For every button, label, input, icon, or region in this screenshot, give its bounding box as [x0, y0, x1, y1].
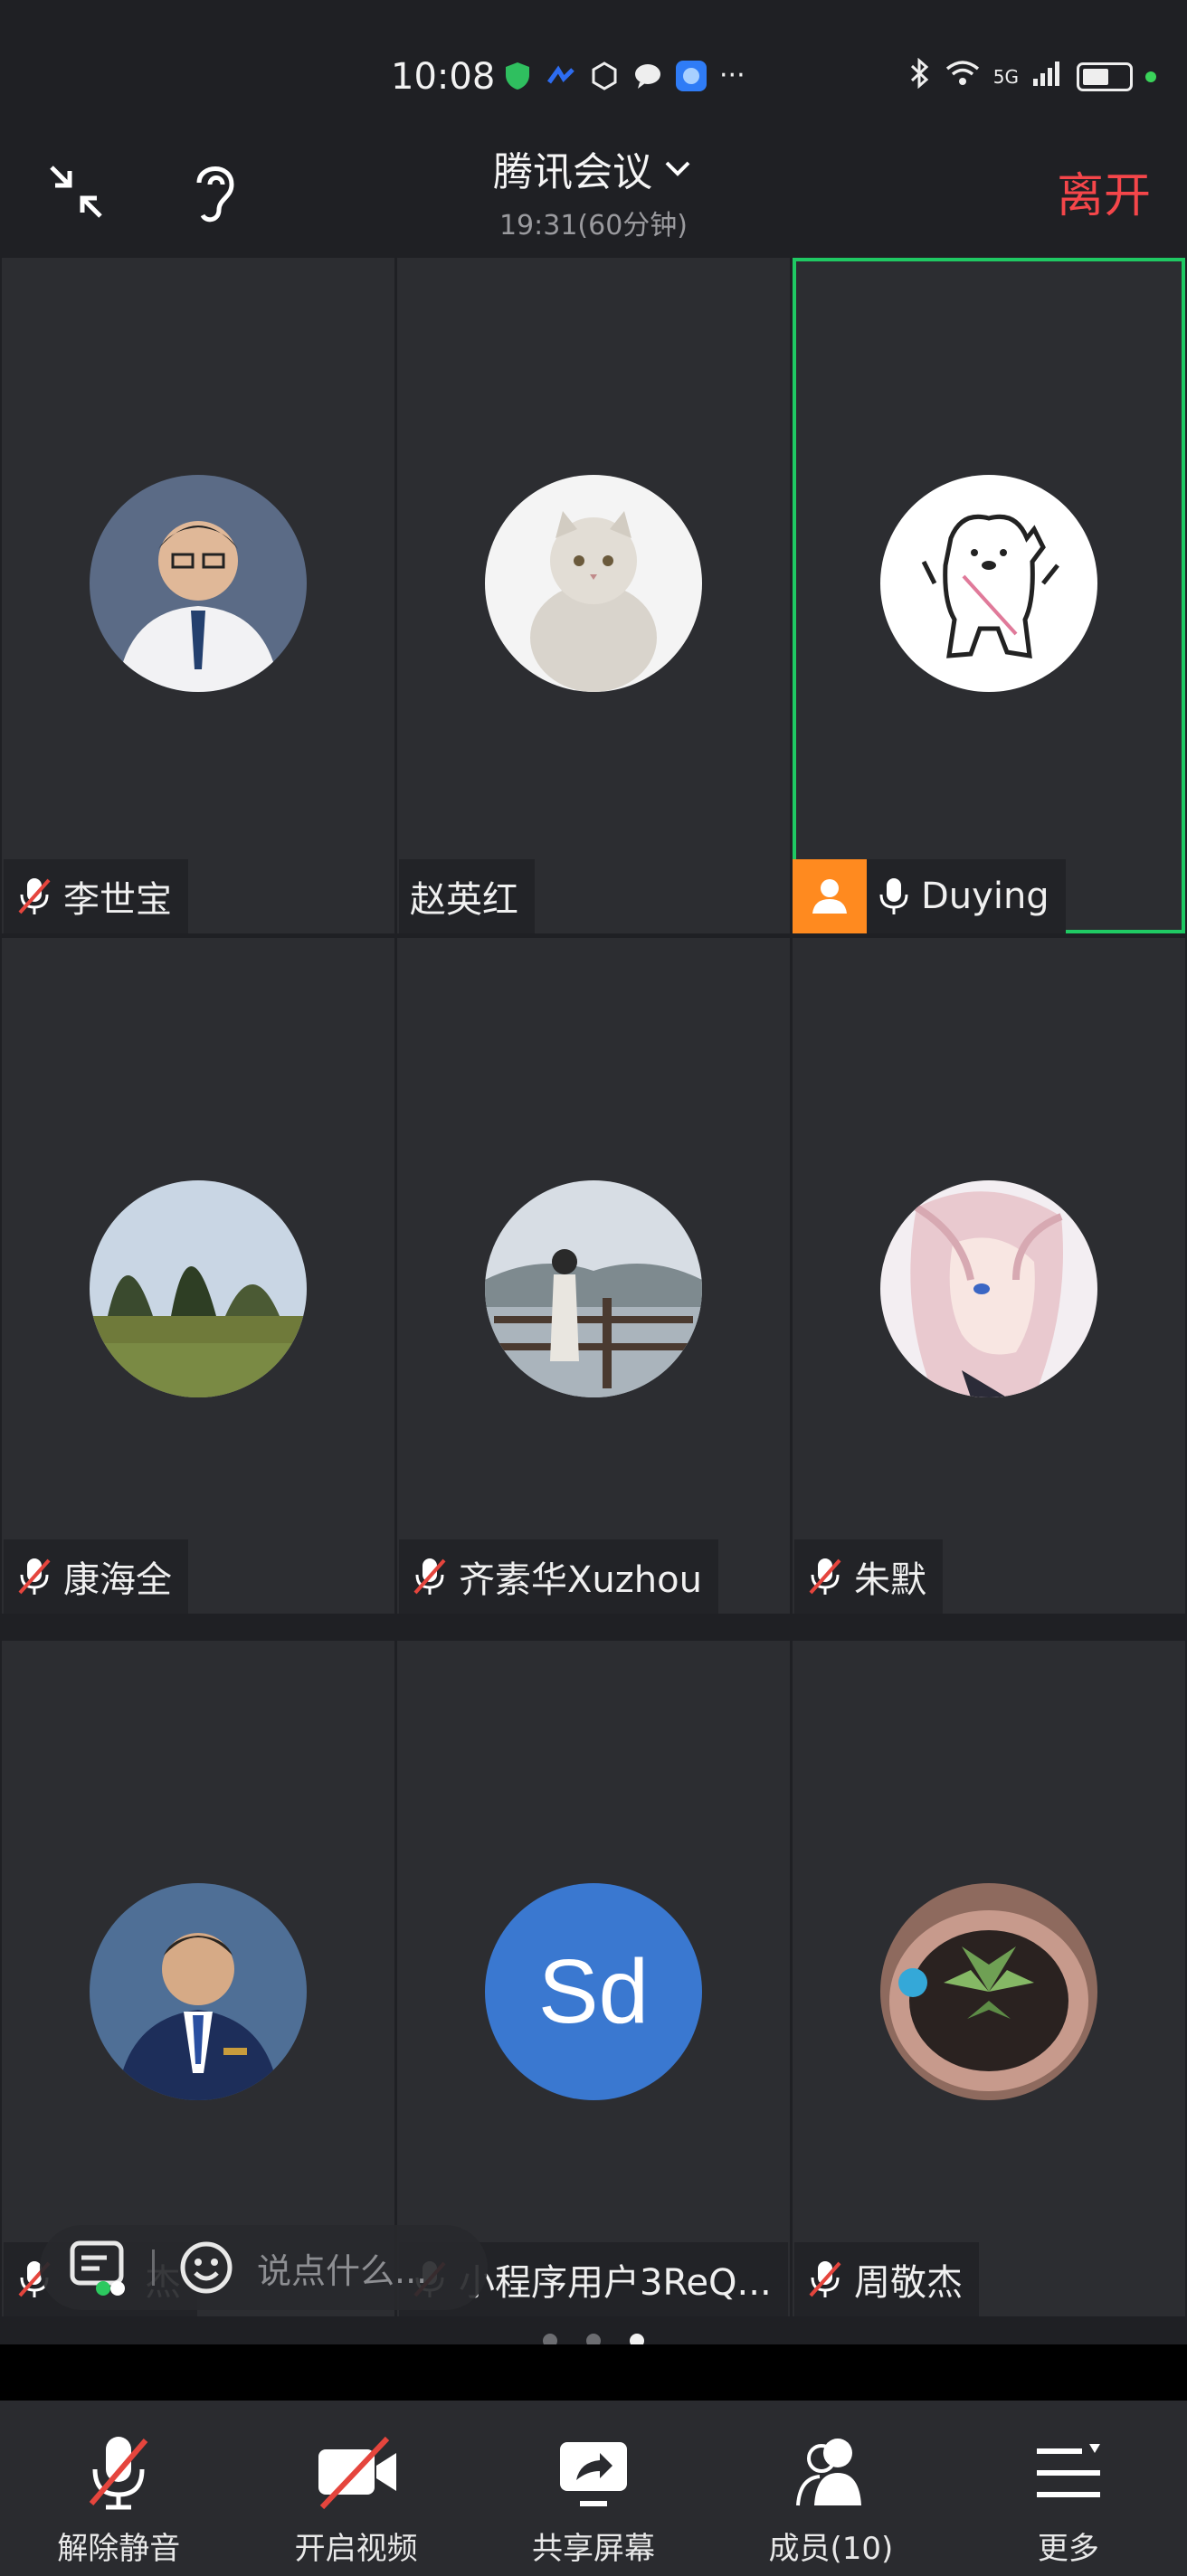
avatar: [880, 1180, 1097, 1397]
person-icon: [812, 879, 847, 914]
avatar: [90, 1883, 307, 2100]
more-icon: ···: [719, 60, 745, 91]
chat-placeholder: 说点什么...: [257, 2250, 428, 2291]
participant-tile[interactable]: 周敬杰: [793, 1641, 1185, 2316]
mic-muted-icon: [809, 2261, 841, 2297]
avatar: [90, 475, 307, 692]
more-button[interactable]: 更多: [950, 2401, 1187, 2576]
initials-avatar: Sd: [485, 1883, 702, 2100]
avatar-initials: Sd: [537, 1940, 650, 2042]
meeting-duration: 19:31(60分钟): [499, 210, 688, 242]
captions-icon[interactable]: [67, 2236, 130, 2299]
more-label: 更多: [1037, 2531, 1099, 2567]
nameplate: 朱默: [794, 1539, 943, 1614]
nameplate: 齐素华Xuzhou: [399, 1539, 718, 1614]
mic-muted-icon: [809, 1558, 841, 1595]
share-screen-label: 共享屏幕: [532, 2531, 656, 2567]
mic-icon: [879, 878, 908, 914]
status-bar: 10:08 ··· 5G: [0, 0, 1187, 136]
members-button[interactable]: 成员(10): [712, 2401, 949, 2576]
participant-tile[interactable]: Sd 小程序用户3ReQ...: [397, 1641, 790, 2316]
start-video-label: 开启视频: [294, 2531, 418, 2567]
avatar: [880, 1883, 1097, 2100]
clock: 10:08: [391, 56, 496, 98]
meeting-header: 腾讯会议 19:31(60分钟) 离开: [0, 136, 1187, 258]
app-icon: [676, 60, 707, 91]
mic-muted-icon: [413, 1558, 446, 1595]
participant-tile[interactable]: 杰: [2, 1641, 394, 2316]
wifi-icon: [945, 59, 981, 95]
network-label: 5G: [992, 66, 1019, 88]
shield-icon: [502, 61, 533, 91]
participant-name: 齐素华Xuzhou: [459, 1559, 702, 1601]
participant-name: 小程序用户3ReQ...: [459, 2262, 772, 2304]
video-off-icon: [311, 2431, 402, 2513]
participant-tile[interactable]: 朱默: [793, 938, 1185, 1614]
share-screen-button[interactable]: 共享屏幕: [475, 2401, 712, 2576]
meeting-title-text: 腾讯会议: [493, 149, 652, 195]
participant-tile[interactable]: 康海全: [2, 938, 394, 1614]
participant-name: Duying: [921, 876, 1049, 917]
share-screen-icon: [548, 2431, 639, 2513]
host-badge: [793, 859, 867, 933]
participant-name: 李世宝: [63, 879, 172, 921]
chat-bubble-icon: [632, 61, 663, 91]
unmute-label: 解除静音: [57, 2531, 181, 2567]
spacer-strip: [0, 2344, 1187, 2401]
system-status: 5G: [908, 57, 1156, 96]
avatar: [90, 1180, 307, 1397]
participant-grid: 李世宝 赵英红 Duying 康海全 齐素华Xuzhou 朱默 Sd 小程序用户…: [0, 258, 1187, 2338]
nameplate: 周敬杰: [794, 2242, 979, 2316]
nameplate: 康海全: [4, 1539, 188, 1614]
chat-input-pill[interactable]: 说点什么...: [40, 2225, 488, 2310]
mic-muted-icon: [73, 2431, 164, 2513]
participant-tile[interactable]: 赵英红: [397, 258, 790, 933]
divider: [152, 2249, 155, 2286]
nameplate: 李世宝: [4, 859, 188, 933]
meeting-title[interactable]: 腾讯会议: [493, 139, 694, 197]
signal-icon: [1031, 59, 1064, 95]
unmute-button[interactable]: 解除静音: [0, 2401, 237, 2576]
emoji-icon[interactable]: [177, 2239, 235, 2297]
privacy-dot: [1145, 71, 1156, 82]
avatar: [485, 1180, 702, 1397]
bottom-toolbar: 解除静音 开启视频 共享屏幕 成员(10) 更多: [0, 2401, 1187, 2576]
participant-name: 赵英红: [410, 879, 518, 921]
participant-name: 朱默: [854, 1559, 926, 1601]
mic-muted-icon: [18, 878, 51, 914]
nameplate: 赵英红: [399, 859, 535, 933]
bluetooth-icon: [908, 57, 932, 96]
participant-tile[interactable]: 齐素华Xuzhou: [397, 938, 790, 1614]
leave-button[interactable]: 离开: [1057, 157, 1151, 225]
notification-icons: ···: [502, 60, 745, 91]
swoosh-icon: [546, 61, 576, 91]
participant-tile[interactable]: 李世宝: [2, 258, 394, 933]
avatar: [485, 475, 702, 692]
members-label: 成员(10): [768, 2531, 894, 2567]
participant-name: 康海全: [63, 1559, 172, 1601]
participant-name: 周敬杰: [854, 2262, 963, 2304]
mic-muted-icon: [18, 1558, 51, 1595]
members-icon: [785, 2431, 876, 2513]
chevron-down-icon: [665, 161, 690, 176]
start-video-button[interactable]: 开启视频: [237, 2401, 474, 2576]
hexagon-icon: [589, 61, 620, 91]
nameplate: Duying: [793, 859, 1066, 933]
battery-icon: [1077, 62, 1133, 91]
menu-icon: [1023, 2431, 1114, 2513]
avatar: [880, 475, 1097, 692]
participant-tile-active-speaker[interactable]: Duying: [793, 258, 1185, 933]
